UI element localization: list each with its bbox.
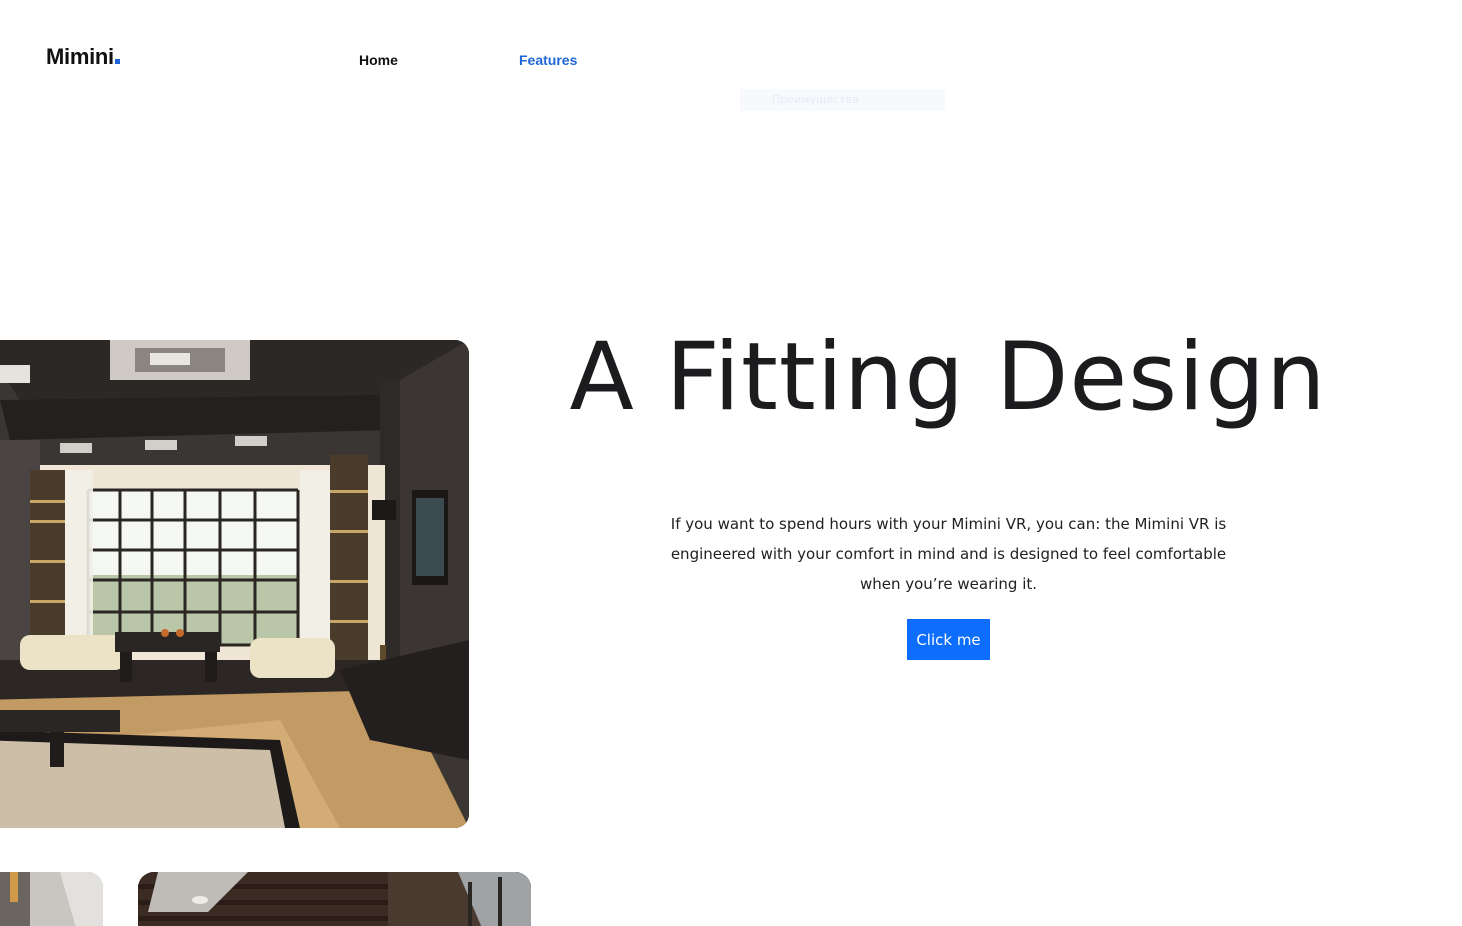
hero-description: If you want to spend hours with your Mim… bbox=[670, 515, 1227, 593]
faded-dropdown-menu: Преимущества bbox=[740, 89, 945, 111]
page: Mimini Home Features Преимущества A Fitt… bbox=[0, 0, 1462, 926]
interior-image-1 bbox=[0, 872, 103, 926]
living-room-image bbox=[0, 340, 469, 828]
nav-link-features[interactable]: Features bbox=[519, 51, 577, 69]
nav-link-home[interactable]: Home bbox=[359, 51, 398, 69]
hero-title: A Fitting Design bbox=[569, 323, 1327, 432]
interior-image-2 bbox=[138, 872, 531, 926]
thumbnail-image-2 bbox=[138, 872, 531, 926]
hero-image bbox=[0, 340, 469, 828]
logo-text: Mimini bbox=[46, 44, 114, 69]
logo[interactable]: Mimini bbox=[46, 44, 120, 70]
logo-dot-icon bbox=[114, 59, 120, 64]
click-me-button[interactable]: Click me bbox=[907, 619, 990, 660]
thumbnail-image-1 bbox=[0, 872, 103, 926]
